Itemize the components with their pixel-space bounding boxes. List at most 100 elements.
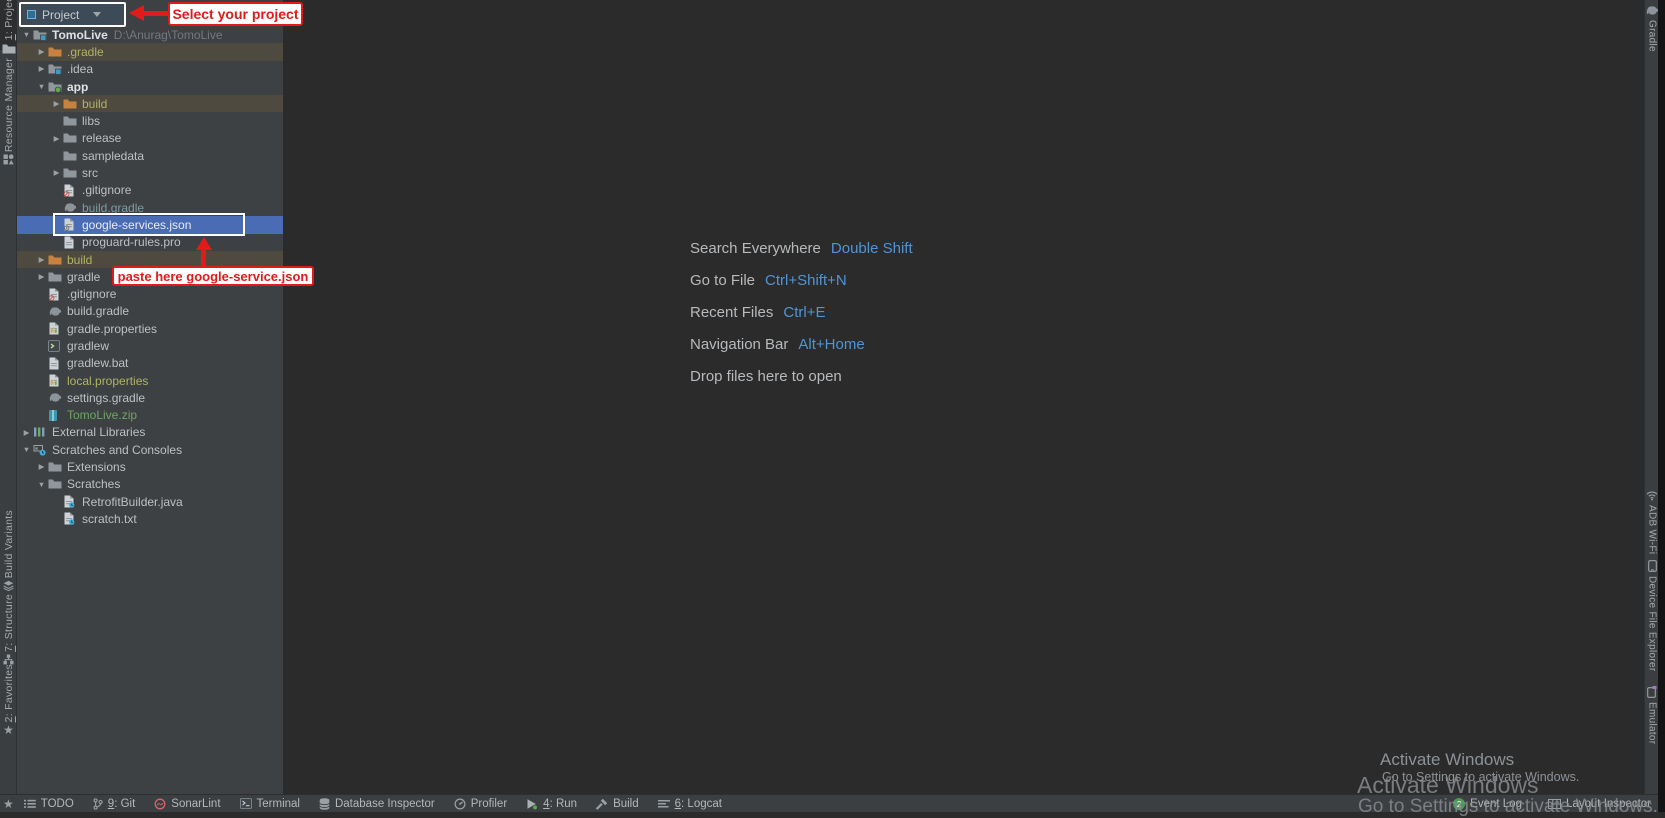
tree-item-tomolive[interactable]: ▼TomoLiveD:\Anurag\TomoLive <box>17 26 283 43</box>
resource-manager-icon <box>3 154 14 165</box>
run-icon <box>526 798 538 810</box>
tree-collapsed-icon[interactable]: ▶ <box>35 463 48 471</box>
shortcut-keys: Double Shift <box>831 240 913 257</box>
tool-stripe-button-2-favorites[interactable]: 2: Favorites★ <box>0 664 17 730</box>
editor-shortcut-hints: Search EverywhereDouble ShiftGo to FileC… <box>690 240 913 385</box>
tree-item-retrofitbuilder-java[interactable]: RetrofitBuilder.java <box>17 493 283 510</box>
tree-item--gitignore[interactable]: .gitignore <box>17 182 283 199</box>
status-bar-item-4-run[interactable]: 4: Run <box>526 796 577 812</box>
tree-item-sampledata[interactable]: sampledata <box>17 147 283 164</box>
tool-stripe-button-7-structure[interactable]: 7: Structure <box>0 594 17 656</box>
sonarlint-icon <box>154 798 166 810</box>
status-bar-item-terminal[interactable]: Terminal <box>240 796 300 811</box>
right-tool-stripe: Gradle ADB Wi-Fi Device File Explorer Emula… <box>1644 0 1658 794</box>
tree-expanded-icon[interactable]: ▼ <box>35 83 48 91</box>
tree-item-label: gradle.properties <box>67 322 157 336</box>
status-bar-item-build[interactable]: Build <box>596 796 639 812</box>
properties-file-icon <box>48 374 64 388</box>
text-file-icon <box>63 235 79 249</box>
tool-stripe-button-gradle[interactable]: Gradle <box>1645 3 1659 52</box>
tree-item-gradlew[interactable]: gradlew <box>17 337 283 354</box>
status-bar-item-label: Build <box>613 798 639 810</box>
tool-window-switcher-star-icon[interactable]: ★ <box>3 798 14 810</box>
tree-collapsed-icon[interactable]: ▶ <box>20 429 33 437</box>
status-bar-item-sonarlint[interactable]: SonarLint <box>154 796 220 812</box>
shortcut-hint: Go to FileCtrl+Shift+N <box>690 272 913 289</box>
tree-item-gradlew-bat[interactable]: gradlew.bat <box>17 355 283 372</box>
shortcut-keys: Alt+Home <box>798 336 864 353</box>
tree-collapsed-icon[interactable]: ▶ <box>35 65 48 73</box>
status-bar-item-profiler[interactable]: Profiler <box>454 796 507 812</box>
scratches-icon <box>33 443 49 457</box>
gradle-file-icon <box>63 201 79 215</box>
tree-item-label: .gradle <box>67 45 104 59</box>
tool-stripe-label: Build Variants <box>3 510 15 578</box>
tree-item-src[interactable]: ▶ src <box>17 164 283 181</box>
status-bar-item-label: SonarLint <box>171 798 220 810</box>
tool-stripe-button-1-project[interactable]: 1: Project <box>0 0 17 50</box>
layout-inspector-icon <box>1548 799 1561 809</box>
tree-item--idea[interactable]: ▶.idea <box>17 61 283 78</box>
tree-item-settings-gradle[interactable]: settings.gradle <box>17 389 283 406</box>
tree-collapsed-icon[interactable]: ▶ <box>35 273 48 281</box>
annotation-select-project: Select your project <box>168 2 303 26</box>
tree-item-proguard-rules-pro[interactable]: proguard-rules.pro <box>17 234 283 251</box>
folder-icon <box>48 477 64 491</box>
status-bar-item-layout-inspector[interactable]: Layout Inspector <box>1548 797 1651 811</box>
tree-item-scratches-and-consoles[interactable]: ▼Scratches and Consoles <box>17 441 283 458</box>
todo-icon <box>24 799 36 809</box>
tree-item-google-services-json[interactable]: google-services.json <box>17 216 283 233</box>
status-bar-item-label: 4: Run <box>543 798 577 810</box>
annotation-arrow-left <box>144 11 170 16</box>
tool-stripe-label: 2: Favorites <box>3 664 15 722</box>
tree-expanded-icon[interactable]: ▼ <box>35 481 48 489</box>
folder-excluded-icon <box>48 253 64 267</box>
tree-item--gradle[interactable]: ▶ .gradle <box>17 43 283 60</box>
tree-item--gitignore[interactable]: .gitignore <box>17 285 283 302</box>
tree-collapsed-icon[interactable]: ▶ <box>50 169 63 177</box>
tree-item-scratches[interactable]: ▼Scratches <box>17 476 283 493</box>
folder-icon <box>48 270 64 284</box>
tree-item-label: build <box>67 253 92 267</box>
status-bar-item-label: TODO <box>41 798 74 810</box>
tree-item-libs[interactable]: libs <box>17 112 283 129</box>
project-view-dropdown[interactable]: Project <box>19 2 126 27</box>
tree-item-build[interactable]: ▶build <box>17 95 283 112</box>
tree-item-extensions[interactable]: ▶Extensions <box>17 458 283 475</box>
tree-item-label: src <box>82 166 98 180</box>
console-file-icon <box>48 339 64 353</box>
tree-expanded-icon[interactable]: ▼ <box>20 446 33 454</box>
tree-expanded-icon[interactable]: ▼ <box>20 31 33 39</box>
tool-stripe-button-emulator[interactable]: Emulator <box>1645 684 1659 744</box>
tree-collapsed-icon[interactable]: ▶ <box>50 135 63 143</box>
tree-collapsed-icon[interactable]: ▶ <box>35 48 48 56</box>
status-bar-item-event-log[interactable]: 2Event Log <box>1453 798 1522 810</box>
tree-item-release[interactable]: ▶release <box>17 130 283 147</box>
properties-file-icon <box>48 322 64 336</box>
tree-item-build-gradle[interactable]: build.gradle <box>17 199 283 216</box>
tree-item-external-libraries[interactable]: ▶External Libraries <box>17 424 283 441</box>
tree-collapsed-icon[interactable]: ▶ <box>50 100 63 108</box>
folder-icon <box>63 114 79 128</box>
tool-stripe-button-build-variants[interactable]: Build Variants <box>0 510 17 578</box>
editor-area <box>284 0 1644 794</box>
status-bar-item-label: Layout Inspector <box>1566 798 1651 810</box>
status-bar-item-todo[interactable]: TODO <box>24 797 74 811</box>
tree-item-build-gradle[interactable]: build.gradle <box>17 303 283 320</box>
tool-stripe-button-device-file-explorer[interactable]: Device File Explorer <box>1645 558 1659 671</box>
tree-collapsed-icon[interactable]: ▶ <box>35 256 48 264</box>
status-bar-item-9-git[interactable]: 9: Git <box>93 796 136 812</box>
tree-item-gradle-properties[interactable]: gradle.properties <box>17 320 283 337</box>
database-icon <box>319 798 330 810</box>
tree-item-label: google-services.json <box>82 218 191 232</box>
status-bar-item-database-inspector[interactable]: Database Inspector <box>319 796 435 812</box>
tree-item-scratch-txt[interactable]: scratch.txt <box>17 510 283 527</box>
status-bar-item-6-logcat[interactable]: 6: Logcat <box>658 797 722 811</box>
tool-stripe-button-resource-manager[interactable]: Resource Manager <box>0 58 17 240</box>
tree-item-tomolive-zip[interactable]: TomoLive.zip <box>17 407 283 424</box>
shortcut-label: Go to File <box>690 272 755 289</box>
tool-stripe-button-adb-wi-fi[interactable]: ADB Wi-Fi <box>1645 488 1659 554</box>
tool-stripe-label: Resource Manager <box>3 58 15 152</box>
tree-item-local-properties[interactable]: local.properties <box>17 372 283 389</box>
tree-item-app[interactable]: ▼app <box>17 78 283 95</box>
